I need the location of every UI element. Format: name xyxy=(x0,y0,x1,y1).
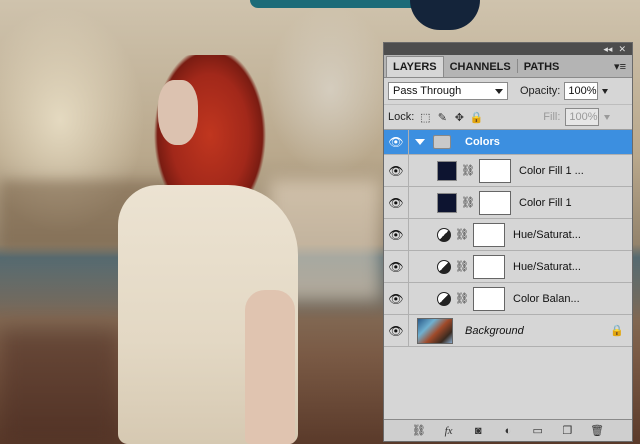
eye-icon[interactable]: 👁 xyxy=(384,187,409,218)
tab-paths[interactable]: PATHS xyxy=(518,57,566,77)
photo-face xyxy=(158,80,198,145)
opacity-input[interactable]: 100% xyxy=(564,82,599,100)
panel-footer: ⛓ fx ◙ ◐ ▭ ❐ 🗑 xyxy=(384,419,632,441)
layer-name: Background xyxy=(465,324,524,337)
photo-arm xyxy=(245,290,295,444)
new-layer-icon[interactable]: ❐ xyxy=(559,424,575,437)
chain-icon[interactable]: ⛓ xyxy=(455,292,469,305)
adjustment-layer-icon xyxy=(437,291,451,306)
fx-icon[interactable]: fx xyxy=(441,425,457,437)
layer-row-color-balance[interactable]: 👁 ⛓ Color Balan... xyxy=(384,283,632,315)
dropdown-arrow-icon xyxy=(495,89,503,94)
chain-icon[interactable]: ⛓ xyxy=(455,260,469,273)
layer-row-hue-saturation-2[interactable]: 👁 ⛓ Hue/Saturat... xyxy=(384,251,632,283)
panel-menu-icon[interactable]: ▾≡ xyxy=(614,60,626,73)
layer-mask-thumbnail[interactable] xyxy=(473,286,505,311)
eye-icon[interactable]: 👁 xyxy=(384,130,409,154)
layer-row-colors-group[interactable]: 👁 Colors xyxy=(384,130,632,155)
lock-label: Lock: xyxy=(388,111,415,123)
close-icon[interactable]: ✕ xyxy=(618,44,626,55)
layer-row-color-fill-copy[interactable]: 👁 ⛓ Color Fill 1 ... xyxy=(384,155,632,187)
fill-swatch-thumbnail xyxy=(437,192,457,213)
lock-transparency-icon[interactable]: ⬚ xyxy=(419,111,431,124)
layer-mask-thumbnail[interactable] xyxy=(473,254,505,279)
opacity-label: Opacity: xyxy=(520,85,561,97)
panel-titlebar: ◂◂ ✕ xyxy=(384,43,632,55)
photo-blur-bottom xyxy=(0,330,120,444)
layer-row-background[interactable]: 👁 Background 🔒 xyxy=(384,315,632,347)
adjustment-layer-icon xyxy=(437,227,451,242)
opacity-slider-toggle-icon[interactable] xyxy=(602,88,609,94)
lock-image-pixels-icon[interactable]: ✎ xyxy=(436,111,448,124)
layers-list: 👁 Colors 👁 ⛓ Color Fill 1 ... 👁 ⛓ Color … xyxy=(384,130,632,406)
lock-all-icon[interactable]: 🔒 xyxy=(469,111,483,124)
blend-mode-select[interactable]: Pass Through xyxy=(388,82,508,100)
add-mask-icon[interactable]: ◙ xyxy=(470,425,486,437)
eye-icon[interactable]: 👁 xyxy=(384,155,409,186)
chain-icon[interactable]: ⛓ xyxy=(461,196,475,209)
adjustment-layer-icon[interactable]: ◐ xyxy=(500,425,516,437)
layer-row-hue-saturation-1[interactable]: 👁 ⛓ Hue/Saturat... xyxy=(384,219,632,251)
fill-input[interactable]: 100% xyxy=(565,108,600,126)
layer-name: Hue/Saturat... xyxy=(513,260,581,273)
eye-icon[interactable]: 👁 xyxy=(384,283,409,314)
group-expand-icon[interactable] xyxy=(415,139,425,145)
tab-layers[interactable]: LAYERS xyxy=(386,56,444,77)
background-thumbnail xyxy=(417,317,453,344)
fill-slider-toggle-icon[interactable] xyxy=(604,114,611,120)
photo-dark-shape xyxy=(410,0,480,30)
collapse-icon[interactable]: ◂◂ xyxy=(603,44,612,55)
chain-icon[interactable]: ⛓ xyxy=(461,164,475,177)
layer-name: Colors xyxy=(465,136,500,148)
panel-tabs: LAYERS CHANNELS PATHS ▾≡ xyxy=(384,55,632,78)
layer-row-color-fill[interactable]: 👁 ⛓ Color Fill 1 xyxy=(384,187,632,219)
link-layers-icon[interactable]: ⛓ xyxy=(411,424,427,437)
layer-mask-thumbnail[interactable] xyxy=(479,190,511,215)
layer-mask-thumbnail[interactable] xyxy=(479,158,511,183)
adjustment-layer-icon xyxy=(437,259,451,274)
blend-row: Pass Through Opacity: 100% xyxy=(384,78,632,105)
folder-icon xyxy=(433,135,451,149)
lock-position-icon[interactable]: ✥ xyxy=(453,111,465,124)
eye-icon[interactable]: 👁 xyxy=(384,315,409,346)
lock-row: Lock: ⬚ ✎ ✥ 🔒 Fill: 100% xyxy=(384,105,632,130)
fill-swatch-thumbnail xyxy=(437,160,457,181)
fill-label: Fill: xyxy=(543,111,561,123)
tab-channels[interactable]: CHANNELS xyxy=(444,57,517,77)
layer-name: Hue/Saturat... xyxy=(513,228,581,241)
layer-name: Color Fill 1 xyxy=(519,196,572,209)
layers-panel: ◂◂ ✕ LAYERS CHANNELS PATHS ▾≡ Pass Throu… xyxy=(383,42,633,442)
blend-mode-value: Pass Through xyxy=(393,85,462,97)
trash-icon[interactable]: 🗑 xyxy=(589,424,605,437)
layer-mask-thumbnail[interactable] xyxy=(473,222,505,247)
eye-icon[interactable]: 👁 xyxy=(384,219,409,250)
layer-lock-icon: 🔒 xyxy=(610,325,624,337)
chain-icon[interactable]: ⛓ xyxy=(455,228,469,241)
layer-name: Color Fill 1 ... xyxy=(519,164,584,177)
layer-name: Color Balan... xyxy=(513,292,580,305)
eye-icon[interactable]: 👁 xyxy=(384,251,409,282)
new-group-icon[interactable]: ▭ xyxy=(530,424,546,437)
